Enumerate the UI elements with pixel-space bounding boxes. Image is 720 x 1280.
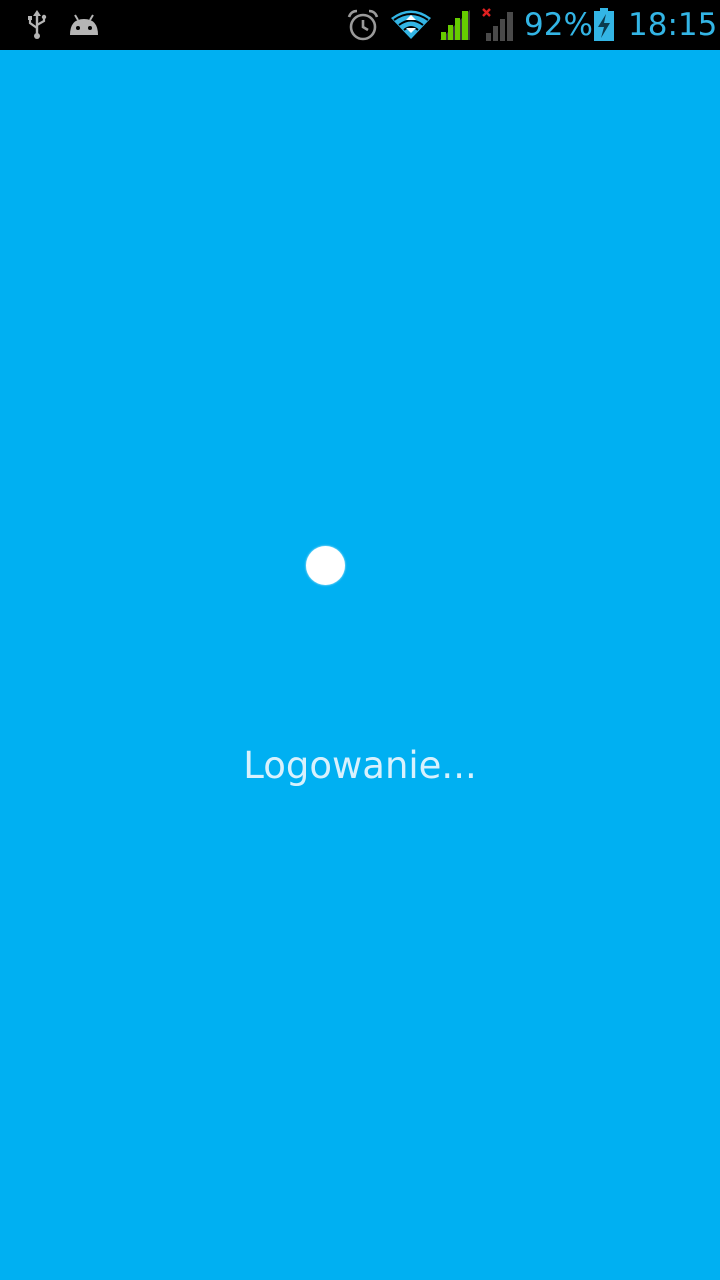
battery-charging-icon [592, 0, 616, 50]
main-content: Logowanie... [0, 50, 720, 1280]
usb-icon [22, 0, 52, 50]
alarm-icon [346, 0, 380, 50]
android-debug-icon [68, 0, 100, 50]
signal-no-data-icon [480, 0, 518, 50]
wifi-icon [390, 0, 432, 50]
battery-percent: 92% [524, 7, 593, 43]
clock: 18:15 [628, 7, 718, 43]
signal-icon [438, 0, 474, 50]
login-screen: 92% 18:15 Logowanie... [0, 0, 720, 1280]
loading-label: Logowanie... [243, 744, 477, 787]
loading-spinner [306, 546, 345, 585]
status-bar: 92% 18:15 [0, 0, 720, 50]
